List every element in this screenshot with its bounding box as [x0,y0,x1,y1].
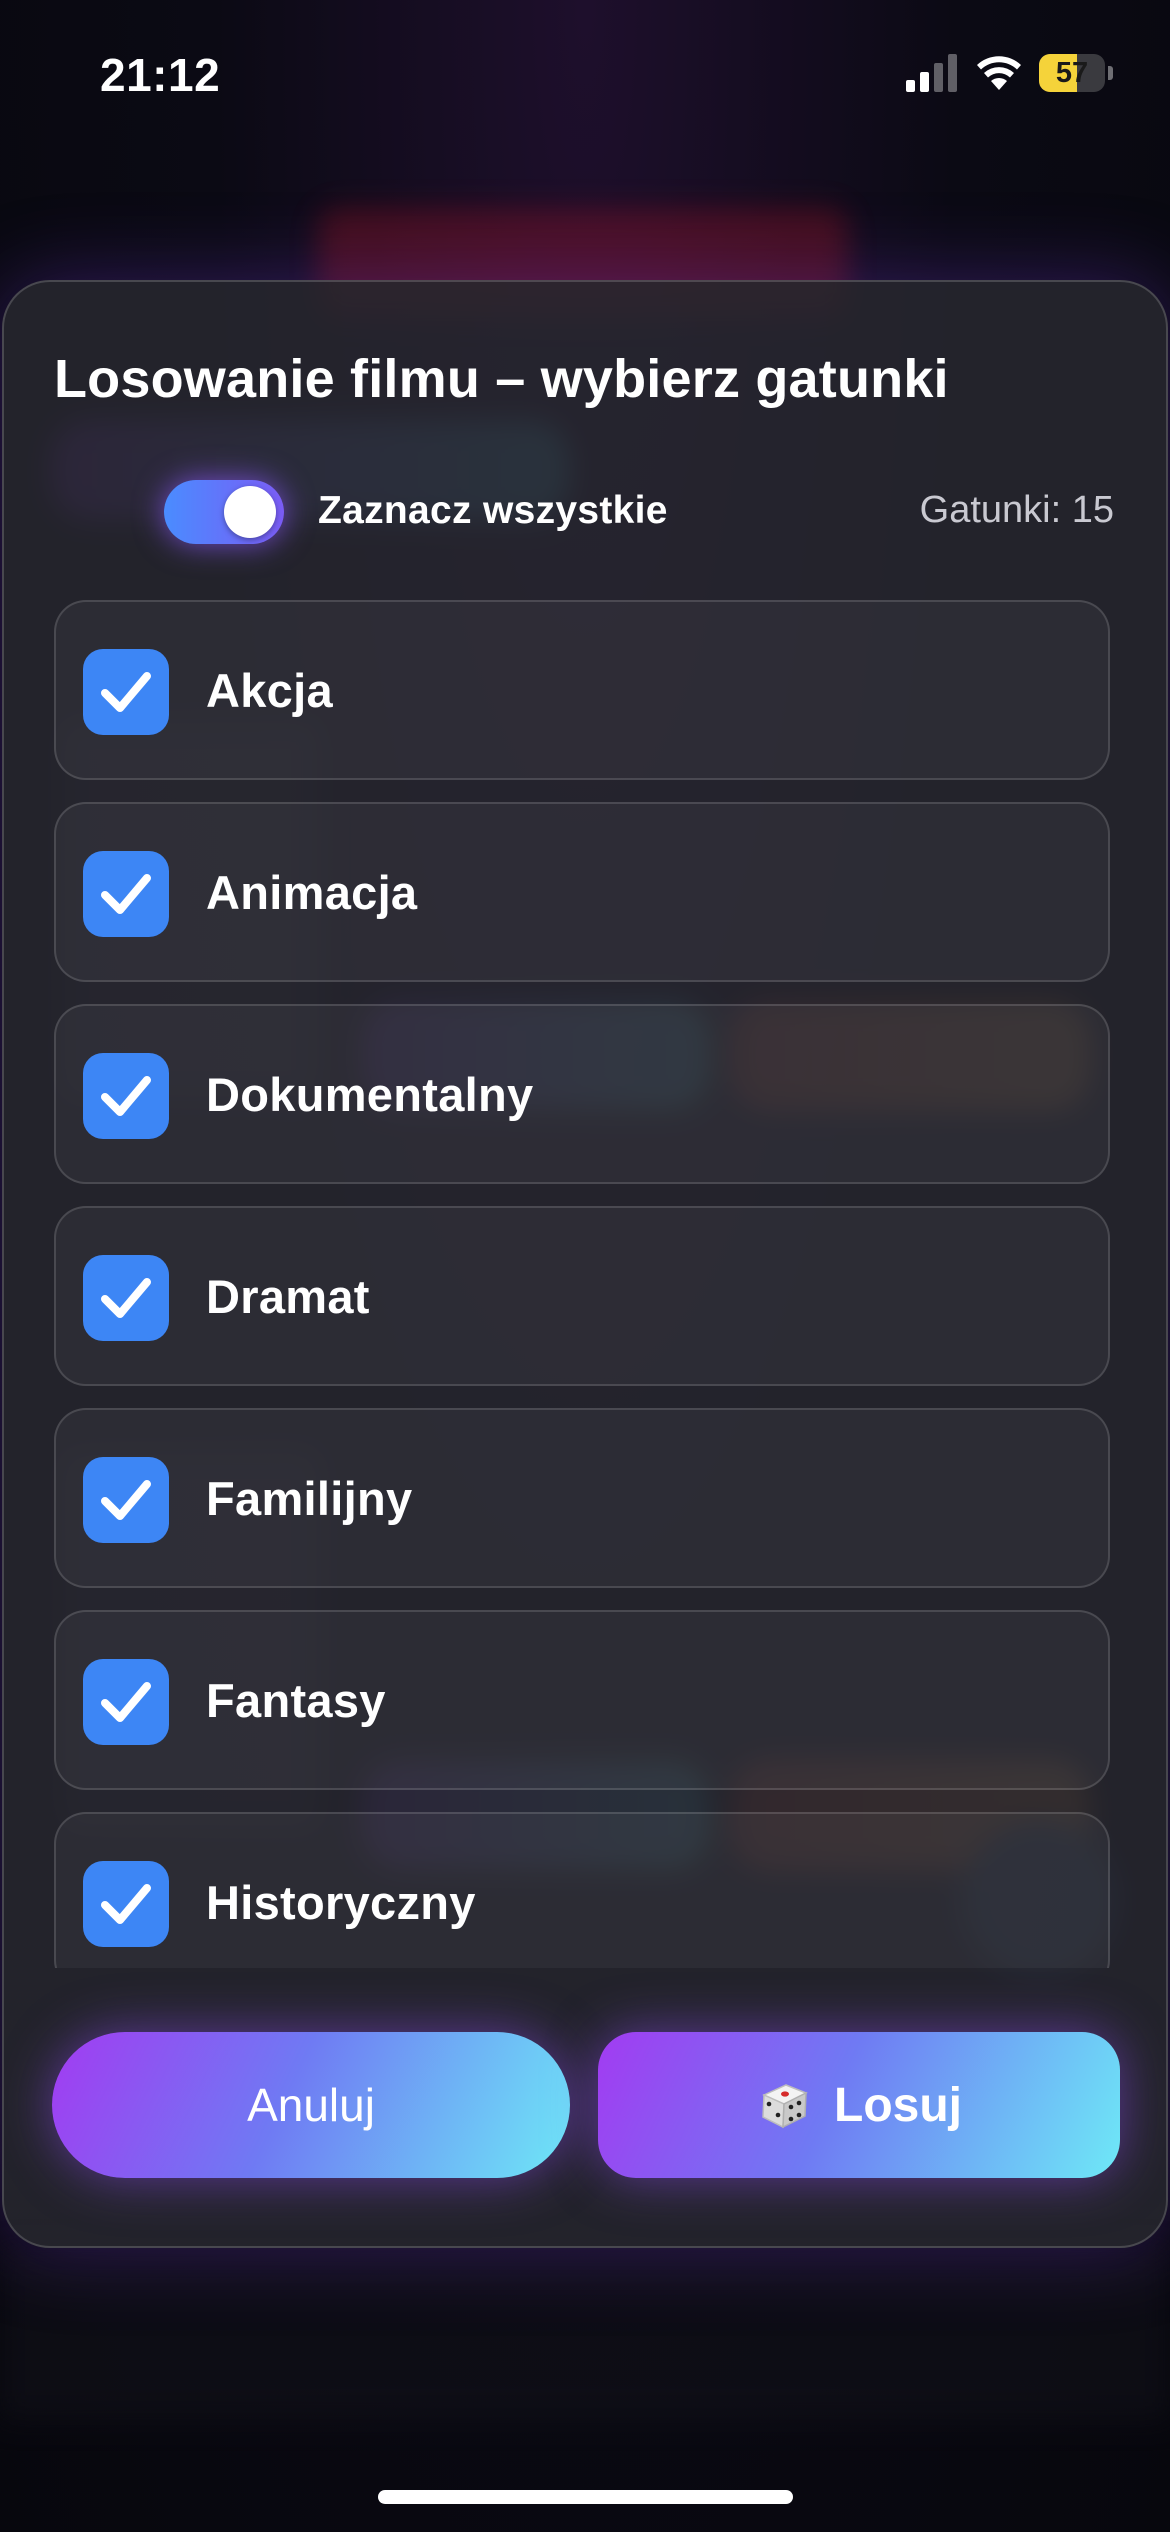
genre-label: Familijny [206,1471,413,1525]
genre-label: Akcja [206,663,333,717]
cellular-signal-icon [906,54,958,92]
checkmark-icon [101,1480,151,1520]
genre-label: Historyczny [206,1875,476,1929]
toggle-knob [224,486,276,538]
genre-count: Gatunki: 15 [919,489,1114,531]
checkbox[interactable] [83,1659,169,1745]
checkbox[interactable] [83,1255,169,1341]
checkbox[interactable] [83,1053,169,1139]
checkbox[interactable] [83,1457,169,1543]
genre-item-dokumentalny[interactable]: Dokumentalny [54,1004,1110,1184]
cancel-button-label: Anuluj [247,2079,375,2131]
status-time: 21:12 [100,49,221,101]
cancel-button[interactable]: Anuluj [52,2032,570,2178]
checkmark-icon [101,874,151,914]
home-indicator[interactable] [378,2490,793,2504]
dice-icon [762,2084,808,2129]
screen: 21:12 57 Losowanie filmu – wybierz gatun… [0,0,1170,2532]
battery-cap [1108,66,1113,80]
checkbox[interactable] [83,851,169,937]
checkmark-icon [101,1884,151,1924]
checkmark-icon [101,672,151,712]
genre-item-historyczny[interactable]: Historyczny [54,1812,1110,1968]
genre-picker-modal: Losowanie filmu – wybierz gatunki Zaznac… [2,280,1168,2248]
checkmark-icon [101,1076,151,1116]
genre-list[interactable]: Akcja Animacja Dokumentalny Dramat Famil… [4,600,1166,1968]
draw-button[interactable]: Losuj [598,2032,1120,2178]
genre-item-dramat[interactable]: Dramat [54,1206,1110,1386]
draw-button-label: Losuj [834,2078,962,2132]
genre-item-fantasy[interactable]: Fantasy [54,1610,1110,1790]
background-tab-bar [0,2250,1170,2420]
wifi-icon [977,56,1021,90]
genre-label: Animacja [206,865,418,919]
checkmark-icon [101,1278,151,1318]
battery-level: 57 [1055,56,1089,89]
genre-label: Dramat [206,1269,370,1323]
checkmark-icon [101,1682,151,1722]
checkbox[interactable] [83,649,169,735]
status-bar: 21:12 57 [0,0,1170,150]
battery-icon: 57 [1039,54,1105,92]
genre-label: Dokumentalny [206,1067,534,1121]
genre-item-familijny[interactable]: Familijny [54,1408,1110,1588]
genre-item-akcja[interactable]: Akcja [54,600,1110,780]
select-all-toggle[interactable] [164,480,284,544]
modal-title: Losowanie filmu – wybierz gatunki [54,349,949,409]
select-all-label: Zaznacz wszystkie [318,489,668,532]
genre-label: Fantasy [206,1673,386,1727]
genre-item-animacja[interactable]: Animacja [54,802,1110,982]
checkbox[interactable] [83,1861,169,1947]
